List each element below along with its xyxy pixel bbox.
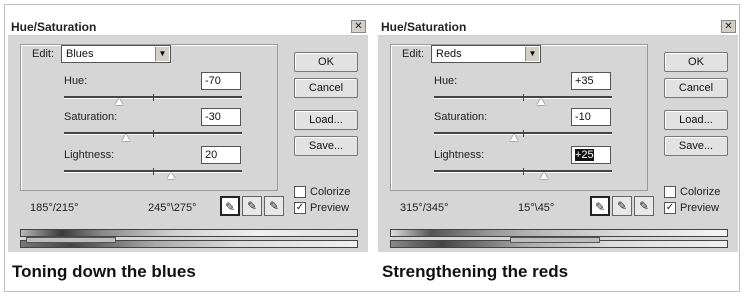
eyedropper-subtract-icon[interactable]: ✎ xyxy=(634,196,654,216)
saturation-input[interactable]: -10 xyxy=(571,108,611,126)
lightness-slider-thumb[interactable] xyxy=(166,172,175,179)
preview-checkbox-row[interactable]: ✓ Preview xyxy=(294,202,350,215)
caption-right: Strengthening the reds xyxy=(382,262,569,281)
edit-select[interactable]: Reds ▼ xyxy=(431,45,541,63)
edit-select-value: Blues xyxy=(66,48,94,60)
dialog-title: Hue/Saturation xyxy=(11,20,97,34)
dialog-body: Edit: Blues ▼ Hue: -70 Saturation: -30 L… xyxy=(8,36,368,252)
hue-input[interactable]: -70 xyxy=(201,72,241,90)
close-icon[interactable]: ✕ xyxy=(721,20,736,33)
range-right-readout: 245°\275° xyxy=(148,202,197,214)
dialog-body: Edit: Reds ▼ Hue: +35 Saturation: -10 Li… xyxy=(378,36,738,252)
saturation-input[interactable]: -30 xyxy=(201,108,241,126)
saturation-slider-track[interactable] xyxy=(434,130,612,137)
saturation-slider-thumb[interactable] xyxy=(122,134,131,141)
lightness-slider-track[interactable] xyxy=(434,168,612,175)
colorize-label: Colorize xyxy=(310,186,351,198)
saturation-label: Saturation: xyxy=(64,111,118,123)
range-left-readout: 185°/215° xyxy=(30,202,79,214)
saturation-center-tick xyxy=(523,130,524,137)
edit-select[interactable]: Blues ▼ xyxy=(61,45,171,63)
lightness-center-tick xyxy=(153,168,154,175)
edit-select-value: Reds xyxy=(436,48,462,60)
source-color-bar xyxy=(390,229,728,237)
dialog-title: Hue/Saturation xyxy=(381,20,467,34)
range-selector[interactable] xyxy=(510,237,600,243)
eyedropper-add-icon[interactable]: ✎ xyxy=(242,196,262,216)
hue-input[interactable]: +35 xyxy=(571,72,611,90)
hue-saturation-dialog-blues: Hue/Saturation ✕ Edit: Blues ▼ Hue: -70 … xyxy=(8,18,368,252)
source-color-bar xyxy=(20,229,358,237)
colorize-checkbox-row[interactable]: Colorize xyxy=(294,186,351,199)
hue-slider-track[interactable] xyxy=(434,94,612,101)
load-button[interactable]: Load... xyxy=(294,110,358,130)
eyedropper-group: ✎ ✎ ✎ xyxy=(590,196,654,218)
hue-center-tick xyxy=(523,94,524,101)
lightness-input-selection: +25 xyxy=(575,149,594,161)
saturation-center-tick xyxy=(153,130,154,137)
save-button[interactable]: Save... xyxy=(664,136,728,156)
eyedropper-group: ✎ ✎ ✎ xyxy=(220,196,284,218)
hue-saturation-dialog-reds: Hue/Saturation ✕ Edit: Reds ▼ Hue: +35 S… xyxy=(378,18,738,252)
cancel-button[interactable]: Cancel xyxy=(664,78,728,98)
saturation-slider-thumb[interactable] xyxy=(510,134,519,141)
hue-slider-thumb[interactable] xyxy=(536,98,545,105)
saturation-label: Saturation: xyxy=(434,111,488,123)
preview-label: Preview xyxy=(310,202,350,214)
lightness-slider-thumb[interactable] xyxy=(540,172,549,179)
ok-button[interactable]: OK xyxy=(664,52,728,72)
close-icon[interactable]: ✕ xyxy=(351,20,366,33)
hue-slider-track[interactable] xyxy=(64,94,242,101)
lightness-input[interactable]: +25 xyxy=(571,146,611,164)
chevron-down-icon[interactable]: ▼ xyxy=(155,47,169,61)
colorize-label: Colorize xyxy=(680,186,721,198)
hue-center-tick xyxy=(153,94,154,101)
hue-slider-thumb[interactable] xyxy=(115,98,124,105)
range-selector[interactable] xyxy=(26,237,116,243)
eyedropper-subtract-icon[interactable]: ✎ xyxy=(264,196,284,216)
hue-label: Hue: xyxy=(64,75,88,87)
lightness-input[interactable]: 20 xyxy=(201,146,241,164)
colorize-checkbox[interactable] xyxy=(664,186,676,199)
chevron-down-icon[interactable]: ▼ xyxy=(525,47,539,61)
range-right-readout: 15°\45° xyxy=(518,202,555,214)
edit-label: Edit: xyxy=(30,48,57,60)
save-button[interactable]: Save... xyxy=(294,136,358,156)
title-bar: Hue/Saturation ✕ xyxy=(8,18,368,36)
lightness-label: Lightness: xyxy=(434,149,485,161)
colorize-checkbox[interactable] xyxy=(294,186,306,199)
lightness-label: Lightness: xyxy=(64,149,115,161)
cancel-button[interactable]: Cancel xyxy=(294,78,358,98)
preview-checkbox-row[interactable]: ✓ Preview xyxy=(664,202,720,215)
load-button[interactable]: Load... xyxy=(664,110,728,130)
eyedropper-icon[interactable]: ✎ xyxy=(590,196,610,216)
saturation-slider-track[interactable] xyxy=(64,130,242,137)
preview-checkbox[interactable]: ✓ xyxy=(664,202,676,215)
preview-checkbox[interactable]: ✓ xyxy=(294,202,306,215)
eyedropper-icon[interactable]: ✎ xyxy=(220,196,240,216)
preview-label: Preview xyxy=(680,202,720,214)
eyedropper-add-icon[interactable]: ✎ xyxy=(612,196,632,216)
edit-label: Edit: xyxy=(400,48,427,60)
lightness-slider-track[interactable] xyxy=(64,168,242,175)
lightness-center-tick xyxy=(523,168,524,175)
range-left-readout: 315°/345° xyxy=(400,202,449,214)
colorize-checkbox-row[interactable]: Colorize xyxy=(664,186,721,199)
ok-button[interactable]: OK xyxy=(294,52,358,72)
hue-label: Hue: xyxy=(434,75,458,87)
title-bar: Hue/Saturation ✕ xyxy=(378,18,738,36)
caption-left: Toning down the blues xyxy=(12,262,196,281)
